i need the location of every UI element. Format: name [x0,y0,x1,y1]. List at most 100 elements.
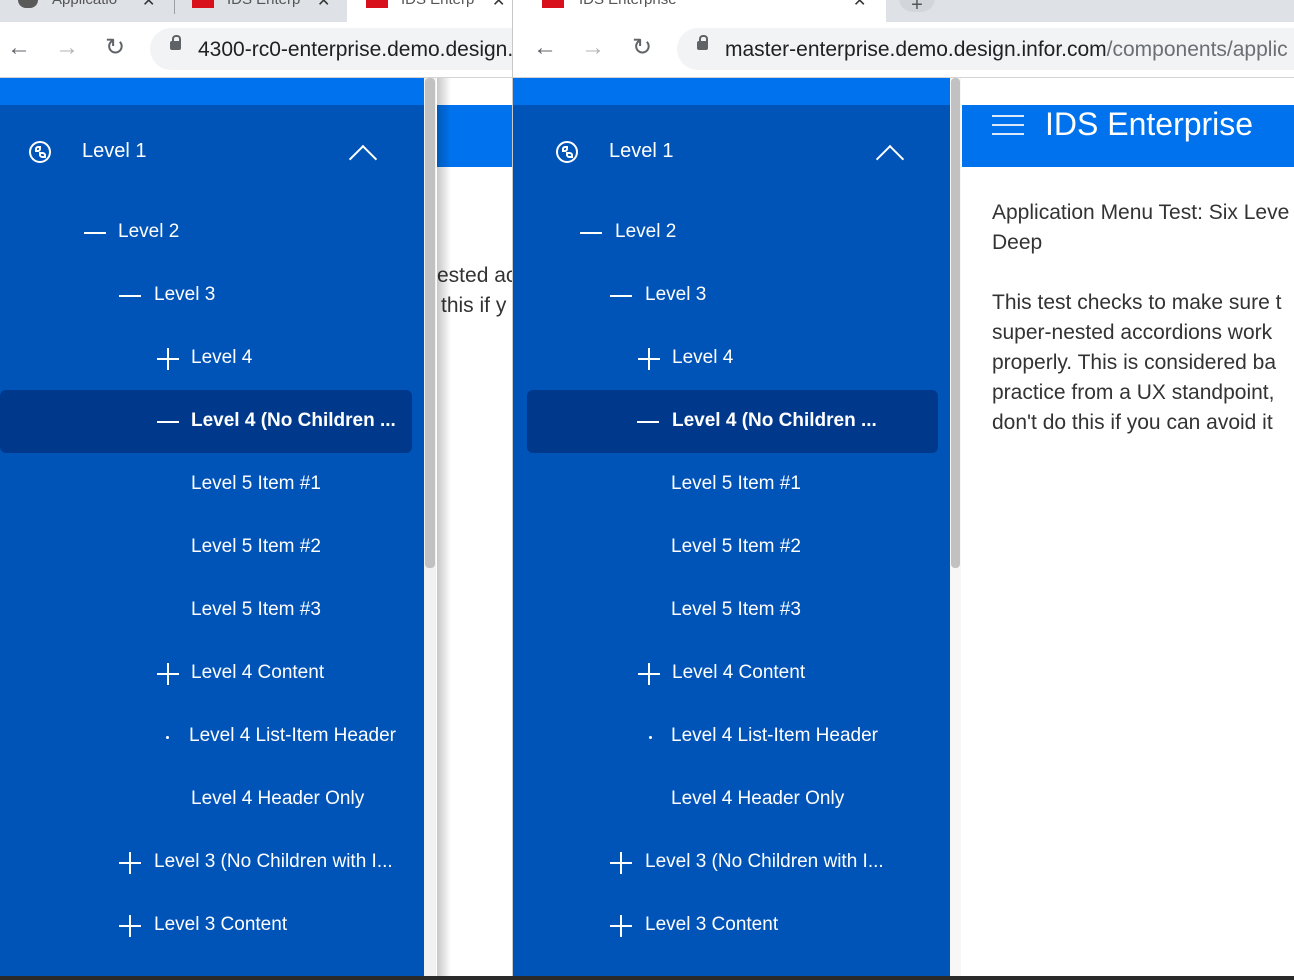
menu-item[interactable]: Level 3 [0,264,424,327]
scrollbar-thumb[interactable] [425,78,435,568]
github-icon [18,0,38,8]
taskbar-edge [0,976,1294,980]
menu-item-label: Level 3 [154,284,216,305]
menu-shadow [437,78,451,980]
reload-icon[interactable]: ↻ [99,32,131,64]
menu-item-label: Level 5 Item #3 [671,599,801,620]
ids-icon [542,0,564,8]
globe-icon [29,141,51,163]
menu-item-label: Level 1 [609,140,674,162]
expand-plus-icon[interactable] [638,348,660,370]
address-bar[interactable]: 4300-rc0-enterprise.demo.design. [150,28,512,70]
expand-plus-icon[interactable] [119,915,141,937]
menu-item[interactable]: Level 4 List-Item Header [513,705,950,768]
menu-item[interactable]: Level 2 [513,201,950,264]
menu-item-selected[interactable]: Level 4 (No Children ... [0,390,424,453]
collapse-dash-icon[interactable] [157,421,179,423]
menu-item[interactable]: Level 4 [0,327,424,390]
right-browser-window: IDS Enterprise ✕ + ← → ↻ master-enterpri… [512,0,1294,980]
scrollbar-thumb[interactable] [951,78,960,568]
browser-toolbar: ← → ↻ 4300-rc0-enterprise.demo.design. [0,22,512,78]
menu-item[interactable]: Level 4 List-Item Header [0,705,424,768]
expand-plus-icon[interactable] [157,663,179,685]
menu-item-label: Level 4 [191,347,253,368]
menu-top-bar [0,78,424,105]
page-heading: Application Menu Test: Six Leve Deep [992,201,1290,254]
menu-item[interactable]: Level 4 Header Only [0,768,424,831]
tab-strip: Applicatio ✕ IDS Enterp ✕ IDS Enterp ✕ [0,0,512,22]
reload-icon[interactable]: ↻ [626,32,658,64]
menu-item[interactable]: Level 5 Item #1 [513,453,950,516]
close-tab-icon[interactable]: ✕ [853,0,866,11]
menu-item-selected[interactable]: Level 4 (No Children ... [513,390,950,453]
menu-item-level-1[interactable]: Level 1 [513,120,950,183]
menu-item-label: Level 3 (No Children with I... [154,851,393,872]
url-host: master-enterprise.demo.design.infor.com [725,38,1107,61]
menu-item-label: Level 4 Content [191,662,325,683]
menu-item[interactable]: Level 5 Item #2 [0,516,424,579]
menu-item[interactable]: Level 4 Content [513,642,950,705]
browser-tab-active[interactable]: IDS Enterprise ✕ [513,0,886,22]
forward-icon[interactable]: → [577,32,609,64]
menu-item[interactable]: Level 5 Item #3 [0,579,424,642]
expand-plus-icon[interactable] [638,663,660,685]
menu-item-label: Level 4 Content [672,662,806,683]
close-tab-icon[interactable]: ✕ [492,0,505,11]
chevron-up-icon[interactable] [348,144,378,174]
chevron-up-icon[interactable] [875,144,905,174]
expand-plus-icon[interactable] [157,348,179,370]
menu-item[interactable]: Level 3 Content [0,894,424,957]
back-icon[interactable]: ← [529,32,561,64]
menu-item-label: Level 5 Item #2 [671,536,801,557]
menu-item[interactable]: Level 3 Content [513,894,950,957]
back-icon[interactable]: ← [3,32,35,64]
browser-tab[interactable]: IDS Enterp ✕ [175,0,347,22]
menu-item-level-1[interactable]: Level 1 [0,120,424,183]
menu-item-label: Level 5 Item #1 [671,473,801,494]
browser-tab[interactable]: Applicatio ✕ [0,0,175,22]
bullet-dot-icon [166,736,169,739]
menu-item-label: Level 5 Item #2 [191,536,321,557]
app-title: IDS Enterprise [1045,106,1254,142]
collapse-dash-icon[interactable] [610,295,632,297]
close-tab-icon[interactable]: ✕ [142,0,155,11]
menu-item[interactable]: Level 3 [513,264,950,327]
menu-item[interactable]: Level 2 [0,201,424,264]
url-path: /components/applic [1106,38,1288,61]
menu-item[interactable]: Level 5 Item #2 [513,516,950,579]
menu-item[interactable]: Level 3 (No Children with I... [513,831,950,894]
tab-title: IDS Enterp [401,0,481,8]
browser-tab-active[interactable]: IDS Enterp ✕ [347,0,512,22]
menu-item-label: Level 3 Content [645,914,779,935]
tab-title: Applicatio [52,0,132,8]
forward-icon[interactable]: → [51,32,83,64]
expand-plus-icon[interactable] [610,852,632,874]
address-bar[interactable]: master-enterprise.demo.design.infor.com/… [677,28,1294,70]
menu-item-label: Level 4 List-Item Header [189,725,396,746]
menu-item[interactable]: Level 5 Item #3 [513,579,950,642]
left-browser-window: Applicatio ✕ IDS Enterp ✕ IDS Enterp ✕ ←… [0,0,512,980]
menu-item-label: Level 1 [82,140,147,162]
close-tab-icon[interactable]: ✕ [317,0,330,11]
collapse-dash-icon[interactable] [580,232,602,234]
expand-plus-icon[interactable] [610,915,632,937]
menu-item-label: Level 2 [615,221,677,242]
menu-item[interactable]: Level 5 Item #1 [0,453,424,516]
menu-item-label: Level 4 Header Only [191,788,365,809]
menu-item[interactable]: Level 4 [513,327,950,390]
menu-item[interactable]: Level 4 Content [0,642,424,705]
lock-icon [697,35,708,50]
menu-item[interactable]: Level 4 Header Only [513,768,950,831]
menu-scrollbar[interactable] [424,78,436,980]
url-text: 4300-rc0-enterprise.demo.design. [198,38,512,61]
menu-scrollbar[interactable] [950,78,961,980]
collapse-dash-icon[interactable] [637,421,659,423]
hamburger-menu-icon[interactable] [992,115,1024,135]
collapse-dash-icon[interactable] [84,232,106,234]
menu-top-bar [513,78,950,105]
menu-item-label: Level 5 Item #1 [191,473,321,494]
collapse-dash-icon[interactable] [119,295,141,297]
expand-plus-icon[interactable] [119,852,141,874]
new-tab-icon[interactable]: + [899,0,935,16]
menu-item[interactable]: Level 3 (No Children with I... [0,831,424,894]
